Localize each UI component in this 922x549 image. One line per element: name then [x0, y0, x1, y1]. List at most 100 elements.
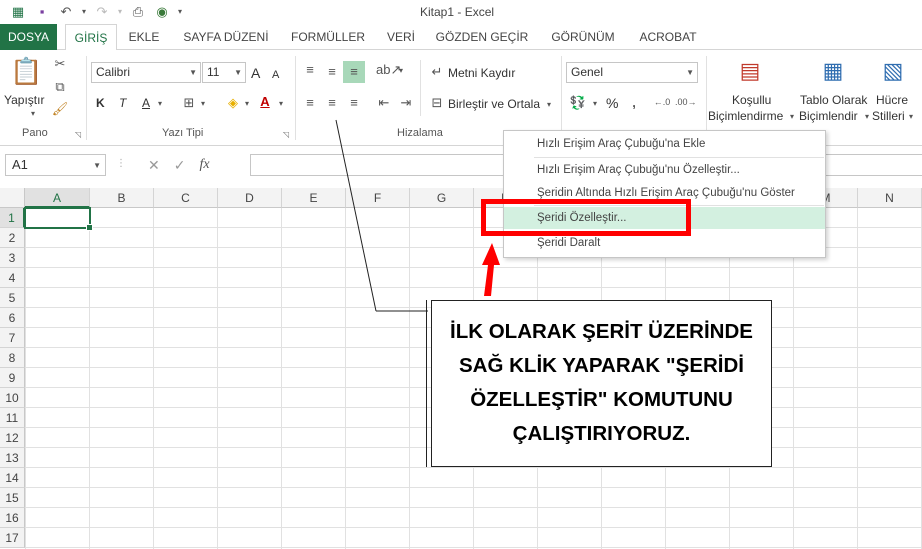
- number-format-dropdown[interactable]: Genel ▼: [566, 62, 698, 83]
- column-header[interactable]: B: [90, 188, 154, 208]
- cell-styles-dropdown-icon[interactable]: ▾: [906, 109, 916, 125]
- paste-button[interactable]: Yapıştır: [4, 92, 44, 108]
- chevron-down-icon: ▼: [189, 68, 197, 77]
- wrap-text-button[interactable]: Metni Kaydır: [448, 65, 515, 81]
- column-header[interactable]: A: [25, 188, 90, 208]
- align-middle-icon[interactable]: ≡: [322, 64, 342, 80]
- column-header[interactable]: E: [282, 188, 346, 208]
- tab-ekle[interactable]: EKLE: [122, 24, 166, 50]
- tab-gozden-gecir[interactable]: GÖZDEN GEÇİR: [432, 24, 532, 50]
- row-header[interactable]: 1: [0, 208, 25, 228]
- cell-styles-line2[interactable]: Stilleri: [872, 108, 905, 124]
- decrease-decimal-icon[interactable]: .00→: [675, 94, 697, 110]
- row-header[interactable]: 3: [0, 248, 25, 268]
- row-header[interactable]: 4: [0, 268, 25, 288]
- comma-style-icon[interactable]: ,: [627, 95, 641, 111]
- conditional-formatting-line1[interactable]: Koşullu: [732, 92, 771, 108]
- format-as-table-line1[interactable]: Tablo Olarak: [800, 92, 867, 108]
- font-size-dropdown[interactable]: 11 ▼: [202, 62, 246, 83]
- paste-icon[interactable]: 📋: [10, 56, 42, 86]
- merge-dropdown-icon[interactable]: ▾: [544, 97, 554, 113]
- underline-button[interactable]: A: [142, 95, 150, 111]
- row-header[interactable]: 2: [0, 228, 25, 248]
- align-bottom-icon[interactable]: ≡: [343, 61, 365, 83]
- tab-veri[interactable]: VERİ: [382, 24, 420, 50]
- row-header[interactable]: 14: [0, 468, 25, 488]
- row-header[interactable]: 17: [0, 528, 25, 548]
- orientation-icon[interactable]: ab↗: [376, 62, 401, 78]
- format-as-table-line2[interactable]: Biçimlendir: [799, 108, 858, 124]
- font-name-dropdown[interactable]: Calibri ▼: [91, 62, 201, 83]
- row-header[interactable]: 11: [0, 408, 25, 428]
- paste-dropdown-icon[interactable]: ▾: [28, 106, 38, 122]
- conditional-formatting-dropdown-icon[interactable]: ▾: [787, 109, 797, 125]
- clipboard-launcher-icon[interactable]: ◹: [75, 130, 81, 139]
- fill-color-dropdown-icon[interactable]: ▾: [242, 96, 252, 112]
- format-as-table-dropdown-icon[interactable]: ▾: [862, 109, 872, 125]
- name-box[interactable]: A1 ▼: [5, 154, 106, 176]
- row-header[interactable]: 16: [0, 508, 25, 528]
- orientation-dropdown-icon[interactable]: ▾: [396, 63, 406, 79]
- copy-icon[interactable]: ⧉: [50, 79, 70, 95]
- borders-icon[interactable]: ⊞: [180, 95, 198, 111]
- row-header[interactable]: 8: [0, 348, 25, 368]
- tab-sayfa-duzeni[interactable]: SAYFA DÜZENİ: [178, 24, 274, 50]
- column-header[interactable]: D: [218, 188, 282, 208]
- merge-center-icon[interactable]: ⊟: [428, 95, 446, 111]
- shrink-font-button[interactable]: A: [272, 67, 279, 83]
- font-color-dropdown-icon[interactable]: ▾: [276, 96, 286, 112]
- cut-icon[interactable]: ✂: [50, 56, 70, 72]
- tab-dosya[interactable]: DOSYA: [0, 24, 57, 50]
- row-header[interactable]: 7: [0, 328, 25, 348]
- percent-button[interactable]: %: [606, 95, 618, 111]
- font-color-icon[interactable]: A: [256, 94, 274, 110]
- underline-dropdown-icon[interactable]: ▾: [155, 96, 165, 112]
- grow-font-button[interactable]: A: [251, 65, 260, 81]
- bold-button[interactable]: K: [96, 95, 105, 111]
- wrap-text-icon[interactable]: ↵: [428, 64, 446, 80]
- align-center-icon[interactable]: ≡: [322, 95, 342, 111]
- cancel-icon[interactable]: ✕: [148, 157, 160, 174]
- insert-function-button[interactable]: fx: [199, 157, 209, 173]
- cell-styles-icon[interactable]: ▧: [878, 56, 908, 86]
- tab-acrobat[interactable]: ACROBAT: [632, 24, 704, 50]
- menu-item-customize-qat[interactable]: Hızlı Erişim Araç Çubuğu'nu Özelleştir..…: [504, 159, 825, 181]
- accounting-dropdown-icon[interactable]: ▾: [590, 96, 600, 112]
- align-top-icon[interactable]: ≡: [300, 62, 320, 78]
- tab-giris[interactable]: GİRİŞ: [65, 24, 117, 51]
- format-as-table-icon[interactable]: ▦: [818, 56, 848, 86]
- italic-button[interactable]: T: [119, 95, 126, 111]
- align-right-icon[interactable]: ≡: [344, 95, 364, 111]
- row-header[interactable]: 5: [0, 288, 25, 308]
- tab-formuller[interactable]: FORMÜLLER: [286, 24, 370, 50]
- font-launcher-icon[interactable]: ◹: [283, 130, 289, 139]
- select-all-corner[interactable]: [0, 188, 25, 208]
- fill-color-icon[interactable]: ◈: [224, 95, 242, 111]
- row-header[interactable]: 15: [0, 488, 25, 508]
- accounting-format-icon[interactable]: 💱: [568, 95, 588, 111]
- column-header[interactable]: F: [346, 188, 410, 208]
- column-header[interactable]: C: [154, 188, 218, 208]
- cell-styles-line1[interactable]: Hücre: [876, 92, 908, 108]
- separator: [420, 60, 421, 116]
- row-header[interactable]: 10: [0, 388, 25, 408]
- format-painter-icon[interactable]: 🖌: [50, 101, 70, 117]
- conditional-formatting-line2[interactable]: Biçimlendirme: [708, 108, 783, 124]
- menu-item-add-to-qat[interactable]: Hızlı Erişim Araç Çubuğu'na Ekle: [504, 133, 825, 155]
- column-header[interactable]: N: [858, 188, 922, 208]
- active-cell[interactable]: [24, 207, 93, 231]
- row-header[interactable]: 9: [0, 368, 25, 388]
- borders-dropdown-icon[interactable]: ▾: [198, 96, 208, 112]
- conditional-formatting-icon[interactable]: ▤: [735, 56, 765, 86]
- row-header[interactable]: 6: [0, 308, 25, 328]
- row-header[interactable]: 12: [0, 428, 25, 448]
- increase-decimal-icon[interactable]: ←.0: [652, 94, 672, 110]
- increase-indent-icon[interactable]: ⇥: [396, 95, 416, 111]
- decrease-indent-icon[interactable]: ⇤: [374, 95, 394, 111]
- merge-center-button[interactable]: Birleştir ve Ortala: [448, 96, 540, 112]
- enter-icon[interactable]: ✓: [174, 157, 186, 174]
- tab-gorunum[interactable]: GÖRÜNÜM: [544, 24, 622, 50]
- align-left-icon[interactable]: ≡: [300, 95, 320, 111]
- column-header[interactable]: G: [410, 188, 474, 208]
- row-header[interactable]: 13: [0, 448, 25, 468]
